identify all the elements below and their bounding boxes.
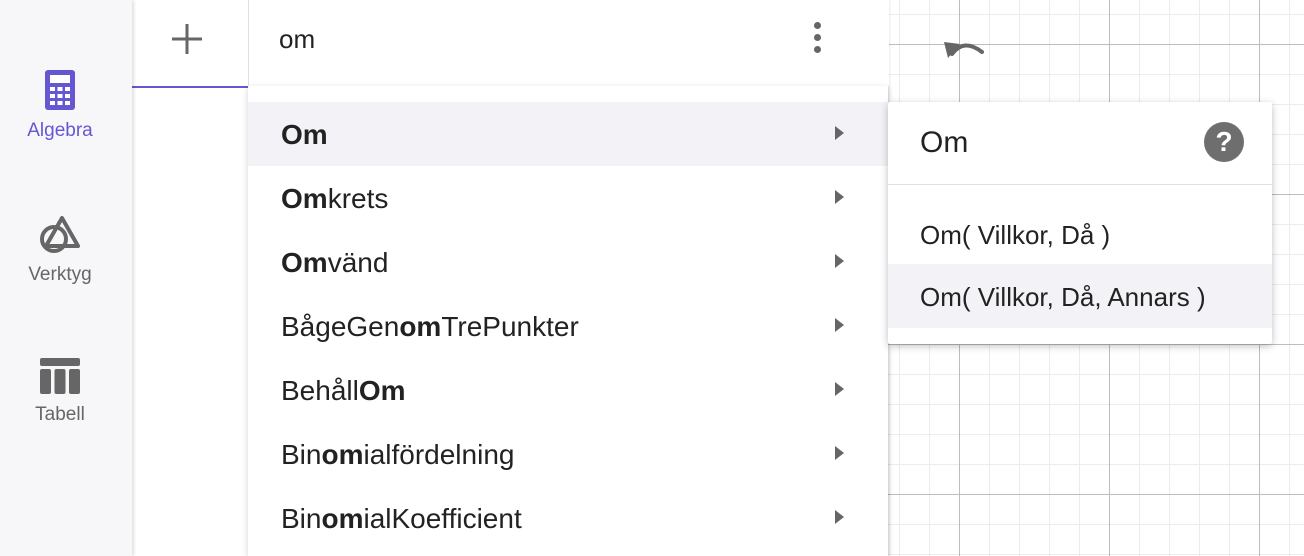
suggestion-match: om xyxy=(321,439,364,470)
chevron-right-icon[interactable] xyxy=(835,190,844,204)
chevron-right-icon[interactable] xyxy=(835,510,844,524)
suggestion-suffix: TrePunkter xyxy=(441,311,579,342)
shapes-icon xyxy=(40,216,80,253)
suggestion-item[interactable]: BinomialKoefficient xyxy=(248,486,888,550)
suggestion-suffix: ialKoefficient xyxy=(363,503,522,534)
popup-divider xyxy=(888,184,1272,185)
chevron-right-icon[interactable] xyxy=(835,254,844,268)
chevron-right-icon[interactable] xyxy=(835,318,844,332)
suggestion-prefix: BågeGen xyxy=(281,311,400,342)
suggestion-match: Om xyxy=(281,247,328,278)
plus-icon xyxy=(172,24,202,54)
syntax-option[interactable]: Om( Villkor, Då ) xyxy=(888,202,1272,266)
suggestion-suffix: vänd xyxy=(327,247,389,278)
suggestion-label: BinomialKoefficient xyxy=(281,503,522,535)
kebab-icon[interactable] xyxy=(811,22,823,56)
syntax-option-label: Om( Villkor, Då, Annars ) xyxy=(920,282,1206,312)
chevron-right-icon[interactable] xyxy=(835,126,844,140)
suggestion-item[interactable]: Om xyxy=(248,102,888,166)
side-navigation: Algebra Verktyg Tabell xyxy=(0,0,132,556)
suggestion-item[interactable]: Omkrets xyxy=(248,166,888,230)
suggestion-suffix: ialfördelning xyxy=(363,439,515,470)
suggestion-label: BågeGenomTrePunkter xyxy=(281,311,579,343)
suggestion-item[interactable]: Binomialfördelning xyxy=(248,422,888,486)
syntax-option-label: Om( Villkor, Då ) xyxy=(920,220,1111,250)
suggestion-item[interactable]: BågeGenomTrePunkter xyxy=(248,294,888,358)
suggestion-label: BehållOm xyxy=(281,375,406,407)
suggestion-match: om xyxy=(321,503,364,534)
suggestion-label: Omkrets xyxy=(281,183,388,215)
help-icon[interactable]: ? xyxy=(1204,122,1244,162)
algebra-input[interactable]: om xyxy=(279,24,315,55)
nav-tools[interactable]: Verktyg xyxy=(0,214,120,286)
nav-algebra-label: Algebra xyxy=(27,120,93,141)
chevron-right-icon[interactable] xyxy=(835,446,844,460)
nav-table[interactable]: Tabell xyxy=(0,358,120,426)
suggestion-item[interactable]: Omvänd xyxy=(248,230,888,294)
chevron-right-icon[interactable] xyxy=(835,382,844,396)
autocomplete-suggestions: Om Omkrets Omvänd BågeGenomTrePunkter Behåll… xyxy=(248,86,888,556)
suggestion-prefix: Behåll xyxy=(281,375,359,406)
table-icon xyxy=(40,358,80,394)
suggestion-match: Om xyxy=(281,119,328,150)
suggestion-item[interactable]: BehållOm xyxy=(248,358,888,422)
nav-algebra[interactable]: Algebra xyxy=(0,70,120,142)
algebra-input-row[interactable]: om xyxy=(248,0,889,87)
suggestion-suffix: krets xyxy=(327,183,389,214)
syntax-popup: Om ? Om( Villkor, Då ) Om( Villkor, Då, … xyxy=(888,102,1272,344)
suggestion-label: Om xyxy=(281,119,328,151)
add-item-button[interactable] xyxy=(132,0,248,88)
suggestion-prefix: Bin xyxy=(281,503,322,534)
undo-icon[interactable] xyxy=(942,34,988,60)
popup-title: Om xyxy=(920,126,969,159)
suggestion-match: Om xyxy=(281,183,328,214)
calculator-icon xyxy=(45,70,75,110)
nav-tools-label: Verktyg xyxy=(28,264,92,285)
suggestion-match: om xyxy=(399,311,442,342)
suggestion-label: Omvänd xyxy=(281,247,388,279)
suggestion-label: Binomialfördelning xyxy=(281,439,514,471)
suggestion-prefix: Bin xyxy=(281,439,322,470)
syntax-option[interactable]: Om( Villkor, Då, Annars ) xyxy=(888,264,1272,328)
suggestion-match: Om xyxy=(358,375,406,406)
nav-table-label: Tabell xyxy=(35,404,85,425)
